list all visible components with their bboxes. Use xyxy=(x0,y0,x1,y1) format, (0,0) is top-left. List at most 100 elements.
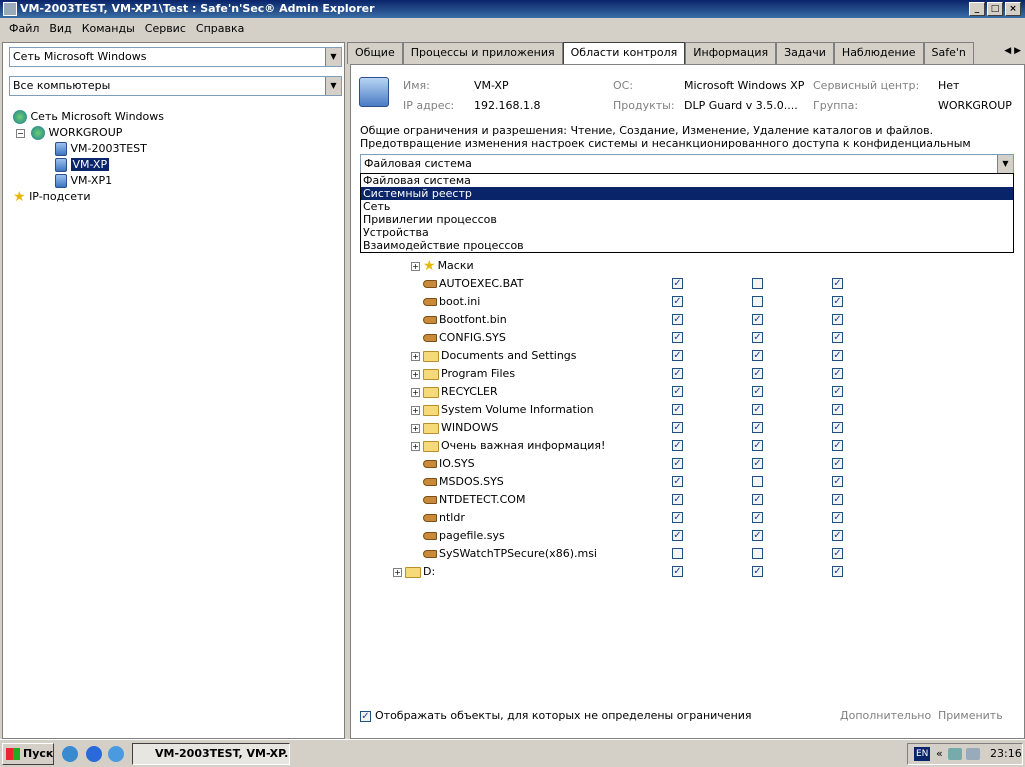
tray-app-icon[interactable] xyxy=(948,748,962,760)
dropdown-option[interactable]: Файловая система xyxy=(361,174,1013,187)
file-row[interactable]: NTDETECT.COM xyxy=(411,491,525,509)
permission-checkbox[interactable]: ✓ xyxy=(832,566,843,577)
permission-checkbox[interactable]: ✓ xyxy=(752,350,763,361)
file-row[interactable]: MSDOS.SYS xyxy=(411,473,504,491)
permission-checkbox[interactable]: ✓ xyxy=(672,332,683,343)
permission-checkbox[interactable]: ✓ xyxy=(832,548,843,559)
dropdown-option[interactable]: Привилегии процессов xyxy=(361,213,1013,226)
tree-node-network[interactable]: Сеть Microsoft Windows xyxy=(13,109,164,125)
menu-view[interactable]: Вид xyxy=(44,20,76,40)
permission-checkbox[interactable]: ✓ xyxy=(752,368,763,379)
file-row[interactable]: IO.SYS xyxy=(411,455,475,473)
file-row[interactable]: + System Volume Information xyxy=(411,401,594,419)
permission-checkbox[interactable]: ✓ xyxy=(752,512,763,523)
expand-icon[interactable]: + xyxy=(393,567,402,577)
permission-checkbox[interactable]: ✓ xyxy=(672,440,683,451)
permission-checkbox[interactable]: ✓ xyxy=(832,404,843,415)
file-row[interactable]: + Program Files xyxy=(411,365,515,383)
tree-node-computer-selected[interactable]: VM-XP xyxy=(55,157,110,173)
expand-icon[interactable]: + xyxy=(411,441,420,451)
permission-checkbox[interactable]: ✓ xyxy=(672,494,683,505)
permission-checkbox[interactable]: ✓ xyxy=(832,440,843,451)
file-row[interactable]: SySWatchTPSecure(x86).msi xyxy=(411,545,597,563)
permission-checkbox[interactable]: ✓ xyxy=(832,422,843,433)
show-undefined-checkbox[interactable]: ✓ xyxy=(360,710,371,722)
dropdown-option-highlighted[interactable]: Системный реестр xyxy=(361,187,1013,200)
permission-checkbox[interactable]: ✓ xyxy=(832,476,843,487)
explorer-icon[interactable] xyxy=(108,746,124,762)
permission-checkbox[interactable]: ✓ xyxy=(672,350,683,361)
tree-node-ip-subnets[interactable]: ★ IP-подсети xyxy=(13,189,91,205)
permission-checkbox[interactable]: ✓ xyxy=(752,458,763,469)
menu-service[interactable]: Сервис xyxy=(140,20,191,40)
permission-checkbox[interactable]: ✓ xyxy=(672,314,683,325)
language-indicator[interactable]: EN xyxy=(914,747,931,761)
permission-checkbox[interactable]: ✓ xyxy=(672,512,683,523)
file-row[interactable]: + Documents and Settings xyxy=(411,347,577,365)
minimize-button[interactable]: _ xyxy=(969,2,985,16)
tab-monitoring[interactable]: Наблюдение xyxy=(833,42,924,64)
tab-safensec[interactable]: Safe'n xyxy=(923,42,974,64)
permission-checkbox[interactable]: ✓ xyxy=(672,296,683,307)
expand-icon[interactable]: + xyxy=(411,387,420,397)
tree-node-computer[interactable]: VM-2003TEST xyxy=(55,141,147,157)
permission-checkbox[interactable] xyxy=(752,476,763,487)
permission-checkbox[interactable]: ✓ xyxy=(672,386,683,397)
permission-checkbox[interactable]: ✓ xyxy=(752,440,763,451)
permission-checkbox[interactable]: ✓ xyxy=(832,332,843,343)
tab-general[interactable]: Общие xyxy=(347,42,403,64)
file-row[interactable]: + D: xyxy=(393,563,435,581)
dropdown-option[interactable]: Устройства xyxy=(361,226,1013,239)
ie-icon[interactable] xyxy=(86,746,102,762)
start-button[interactable]: Пуск xyxy=(2,743,54,765)
permission-checkbox[interactable]: ✓ xyxy=(672,404,683,415)
permission-checkbox[interactable]: ✓ xyxy=(672,530,683,541)
file-row[interactable]: Bootfont.bin xyxy=(411,311,507,329)
expand-icon[interactable]: + xyxy=(411,351,420,361)
permission-checkbox[interactable]: ✓ xyxy=(832,530,843,541)
file-row[interactable]: CONFIG.SYS xyxy=(411,329,506,347)
permission-checkbox[interactable]: ✓ xyxy=(832,278,843,289)
expand-icon[interactable]: + xyxy=(411,423,420,433)
permission-checkbox[interactable] xyxy=(752,296,763,307)
permission-checkbox[interactable]: ✓ xyxy=(832,368,843,379)
file-row[interactable]: + ★ Маски xyxy=(411,257,474,275)
network-tray-icon[interactable] xyxy=(966,748,980,760)
maximize-button[interactable]: □ xyxy=(987,2,1003,16)
permission-checkbox[interactable]: ✓ xyxy=(752,332,763,343)
permission-checkbox[interactable]: ✓ xyxy=(752,422,763,433)
tab-tasks[interactable]: Задачи xyxy=(776,42,834,64)
tree-node-computer[interactable]: VM-XP1 xyxy=(55,173,112,189)
permission-checkbox[interactable]: ✓ xyxy=(832,296,843,307)
apply-button[interactable]: Применить xyxy=(938,709,1003,722)
permission-checkbox[interactable] xyxy=(752,278,763,289)
file-row[interactable]: boot.ini xyxy=(411,293,480,311)
expand-tray-icon[interactable]: « xyxy=(936,744,943,764)
permission-checkbox[interactable]: ✓ xyxy=(752,494,763,505)
menu-help[interactable]: Справка xyxy=(191,20,249,40)
show-undefined-row[interactable]: ✓ Отображать объекты, для которых не опре… xyxy=(360,709,752,722)
more-button[interactable]: Дополнительно xyxy=(840,709,931,722)
close-button[interactable]: × xyxy=(1005,2,1021,16)
permission-checkbox[interactable]: ✓ xyxy=(832,350,843,361)
tab-processes[interactable]: Процессы и приложения xyxy=(402,42,563,64)
file-row[interactable]: ntldr xyxy=(411,509,465,527)
expand-icon[interactable]: + xyxy=(411,405,420,415)
permission-checkbox[interactable] xyxy=(752,548,763,559)
network-select[interactable]: Сеть Microsoft Windows ▼ xyxy=(9,47,342,67)
media-player-icon[interactable] xyxy=(62,746,78,762)
file-row[interactable]: + RECYCLER xyxy=(411,383,498,401)
chevron-down-icon[interactable]: ▼ xyxy=(325,48,341,66)
menu-commands[interactable]: Команды xyxy=(77,20,140,40)
chevron-down-icon[interactable]: ▼ xyxy=(997,155,1013,173)
permission-checkbox[interactable]: ✓ xyxy=(672,458,683,469)
dropdown-option[interactable]: Сеть xyxy=(361,200,1013,213)
permission-checkbox[interactable]: ✓ xyxy=(832,458,843,469)
menu-file[interactable]: Файл xyxy=(4,20,44,40)
permission-checkbox[interactable]: ✓ xyxy=(672,368,683,379)
permission-checkbox[interactable]: ✓ xyxy=(672,566,683,577)
permission-checkbox[interactable]: ✓ xyxy=(672,476,683,487)
taskbar-window-button[interactable]: VM-2003TEST, VM-XP... xyxy=(132,743,290,765)
dropdown-option[interactable]: Взаимодействие процессов xyxy=(361,239,1013,252)
permission-checkbox[interactable]: ✓ xyxy=(832,314,843,325)
